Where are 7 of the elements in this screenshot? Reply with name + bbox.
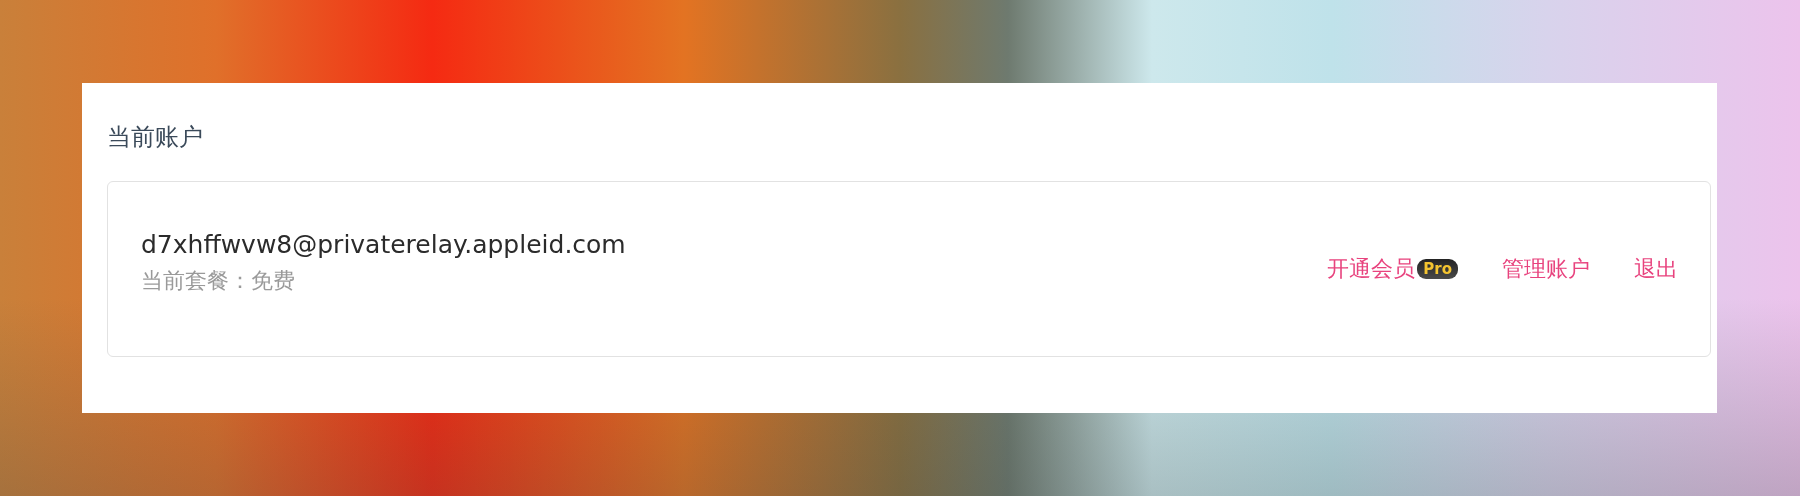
action-link[interactable]: 管理账户	[1502, 254, 1590, 284]
action-link[interactable]: 开通会员 Pro	[1327, 254, 1458, 284]
section-title: 当前账户	[107, 122, 204, 153]
action-link[interactable]: 退出	[1634, 254, 1678, 284]
plan-label: 当前套餐：免费	[141, 267, 296, 295]
account-email: d7xhffwvw8@privaterelay.appleid.com	[141, 229, 626, 261]
pro-badge: Pro	[1417, 259, 1458, 279]
